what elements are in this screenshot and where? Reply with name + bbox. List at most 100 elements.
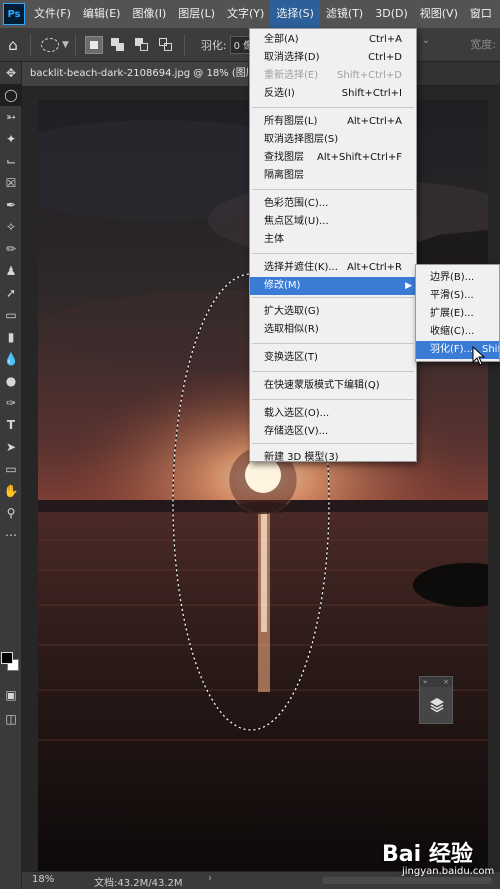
select-menu-item[interactable]: 重新选择(E) Shift+Ctrl+D [250,67,416,85]
modify-submenu-item[interactable]: 边界(B)... [416,269,499,287]
clone-stamp-tool-icon[interactable]: ♟ [0,260,22,282]
close-icon[interactable]: × [443,677,449,687]
layers-button[interactable] [420,687,454,723]
select-menu-item[interactable]: 在快速蒙版模式下编辑(Q) [250,377,416,395]
select-menu-item[interactable]: 载入选区(O)... [250,405,416,423]
marquee-tool-icon[interactable]: ◯ [0,84,22,106]
modify-submenu: 边界(B)... 平滑(S)... 扩展(E)... 收缩(C)... 羽化(F)...… [415,264,500,362]
quick-select-tool-icon[interactable]: ✦ [0,128,22,150]
select-menu-item[interactable]: 查找图层 Alt+Shift+Ctrl+F [250,149,416,167]
hand-tool-icon[interactable]: ✋ [0,480,22,502]
menu-separator [252,253,414,254]
photoshop-logo: Ps [3,3,25,25]
menu-item-shortcut: Shift+Ctrl+D [337,70,402,81]
menu-image[interactable]: 图像(I) [126,0,172,28]
more-tools-icon[interactable]: ⋯ [0,524,22,546]
chevron-right-icon[interactable]: › [208,873,212,884]
blur-tool-icon[interactable]: 💧 [0,348,22,370]
watermark-site: jingyan.baidu.com [402,866,495,877]
menu-select[interactable]: 选择(S) [270,0,320,28]
frame-tool-icon[interactable]: ☒ [0,172,22,194]
quick-mask-icon[interactable]: ▣ [0,684,22,706]
rectangle-tool-icon[interactable]: ▭ [0,458,22,480]
select-menu-item[interactable]: 隔离图层 [250,167,416,185]
document-info: 文档:43.2M/43.2M [94,878,183,889]
elliptical-marquee-icon[interactable] [41,37,59,52]
subtract-from-selection-button[interactable] [133,36,151,54]
baidu-jingyan-watermark: Bai 经验 jingyan.baidu.com [382,836,500,882]
feather-label: 羽化: [200,38,227,52]
crop-tool-icon[interactable]: ⌙ [0,150,22,172]
menu-item-label: 扩展(E)... [430,308,474,319]
foreground-color-swatch[interactable] [1,652,13,664]
select-menu-item[interactable]: 取消选择(D) Ctrl+D [250,49,416,67]
select-menu-item[interactable]: 新建 3D 模型(3) [250,449,416,467]
menu-view[interactable]: 视图(V) [414,0,464,28]
menu-item-shortcut: Ctrl+A [368,34,402,45]
chevron-down-icon[interactable]: ⌄ [422,35,430,46]
menu-item-shortcut: Alt+Ctrl+R [346,262,402,273]
gradient-tool-icon[interactable]: ▮ [0,326,22,348]
select-menu-item[interactable]: 选择并遮住(K)... Alt+Ctrl+R [250,259,416,277]
menu-edit[interactable]: 编辑(E) [77,0,127,28]
screen-mode-icon[interactable]: ◫ [0,708,22,730]
menu-item-label: 选择并遮住(K)... [264,262,338,273]
menu-layer[interactable]: 图层(L) [172,0,221,28]
dodge-tool-icon[interactable]: ● [0,370,22,392]
select-menu-item[interactable]: 修改(M) ▶ [250,277,416,295]
move-tool-icon[interactable]: ✥ [0,62,22,84]
select-menu-item[interactable]: 焦点区域(U)... [250,213,416,231]
intersect-selection-button[interactable] [157,36,175,54]
select-menu-item[interactable]: 存储选区(V)... [250,423,416,441]
select-menu-item[interactable]: 变换选区(T) [250,349,416,367]
history-brush-tool-icon[interactable]: ➚ [0,282,22,304]
divider [183,33,185,56]
divider [30,33,31,56]
menu-type[interactable]: 文字(Y) [221,0,270,28]
document-tab[interactable]: backlit-beach-dark-2108694.jpg @ 18% (图层 [22,62,248,86]
zoom-level[interactable]: 18% [32,874,54,885]
eyedropper-tool-icon[interactable]: ✒ [0,194,22,216]
type-tool-icon[interactable]: T [0,414,22,436]
menu-filter[interactable]: 滤镜(T) [320,0,369,28]
menu-item-label: 修改(M) [264,280,301,291]
modify-submenu-item[interactable]: 扩展(E)... [416,305,499,323]
modify-submenu-item[interactable]: 收缩(C)... [416,323,499,341]
select-menu-item[interactable]: 主体 [250,231,416,249]
new-selection-button[interactable] [84,35,103,54]
select-menu-item[interactable]: 选取相似(R) [250,321,416,339]
menu-window[interactable]: 窗口 [464,0,498,28]
menu-item-label: 边界(B)... [430,272,475,283]
menu-item-label: 隔离图层 [264,170,304,181]
select-menu-item[interactable]: 取消选择图层(S) [250,131,416,149]
select-menu-item[interactable]: 反选(I) Shift+Ctrl+I [250,85,416,103]
menu-file[interactable]: 文件(F) [28,0,77,28]
select-menu-item[interactable]: 所有图层(L) Alt+Ctrl+A [250,113,416,131]
home-icon[interactable]: ⌂ [2,36,24,54]
menu-item-label: 取消选择图层(S) [264,134,339,145]
menu-item-label: 载入选区(O)... [264,408,330,419]
pen-tool-icon[interactable]: ✑ [0,392,22,414]
menu-separator [252,443,414,444]
menu-3d[interactable]: 3D(D) [369,0,414,28]
select-menu-item[interactable]: 色彩范围(C)... [250,195,416,213]
modify-submenu-item[interactable]: 羽化(F)...Shift [416,341,499,359]
add-to-selection-button[interactable] [109,36,127,54]
menu-item-shortcut: Alt+Shift+Ctrl+F [317,152,402,163]
select-menu-item[interactable]: 扩大选取(G) [250,303,416,321]
brush-tool-icon[interactable]: ✏ [0,238,22,260]
healing-brush-tool-icon[interactable]: ✧ [0,216,22,238]
select-menu-item[interactable]: 全部(A) Ctrl+A [250,31,416,49]
menu-item-label: 所有图层(L) [264,116,318,127]
chevron-down-icon[interactable]: ▼ [62,40,69,50]
path-selection-tool-icon[interactable]: ➤ [0,436,22,458]
tools-panel: ✥ ◯ ➳ ✦ ⌙ ☒ ✒ ✧ ✏ ♟ ➚ ▭ ▮ 💧 ● ✑ T ➤ ▭ ✋ … [0,62,22,889]
zoom-tool-icon[interactable]: ⚲ [0,502,22,524]
eraser-tool-icon[interactable]: ▭ [0,304,22,326]
expand-icon[interactable]: » [423,677,427,687]
square-outline-icon [163,42,172,51]
divider [74,33,76,56]
lasso-tool-icon[interactable]: ➳ [0,106,22,128]
menu-item-label: 主体 [264,234,284,245]
modify-submenu-item[interactable]: 平滑(S)... [416,287,499,305]
